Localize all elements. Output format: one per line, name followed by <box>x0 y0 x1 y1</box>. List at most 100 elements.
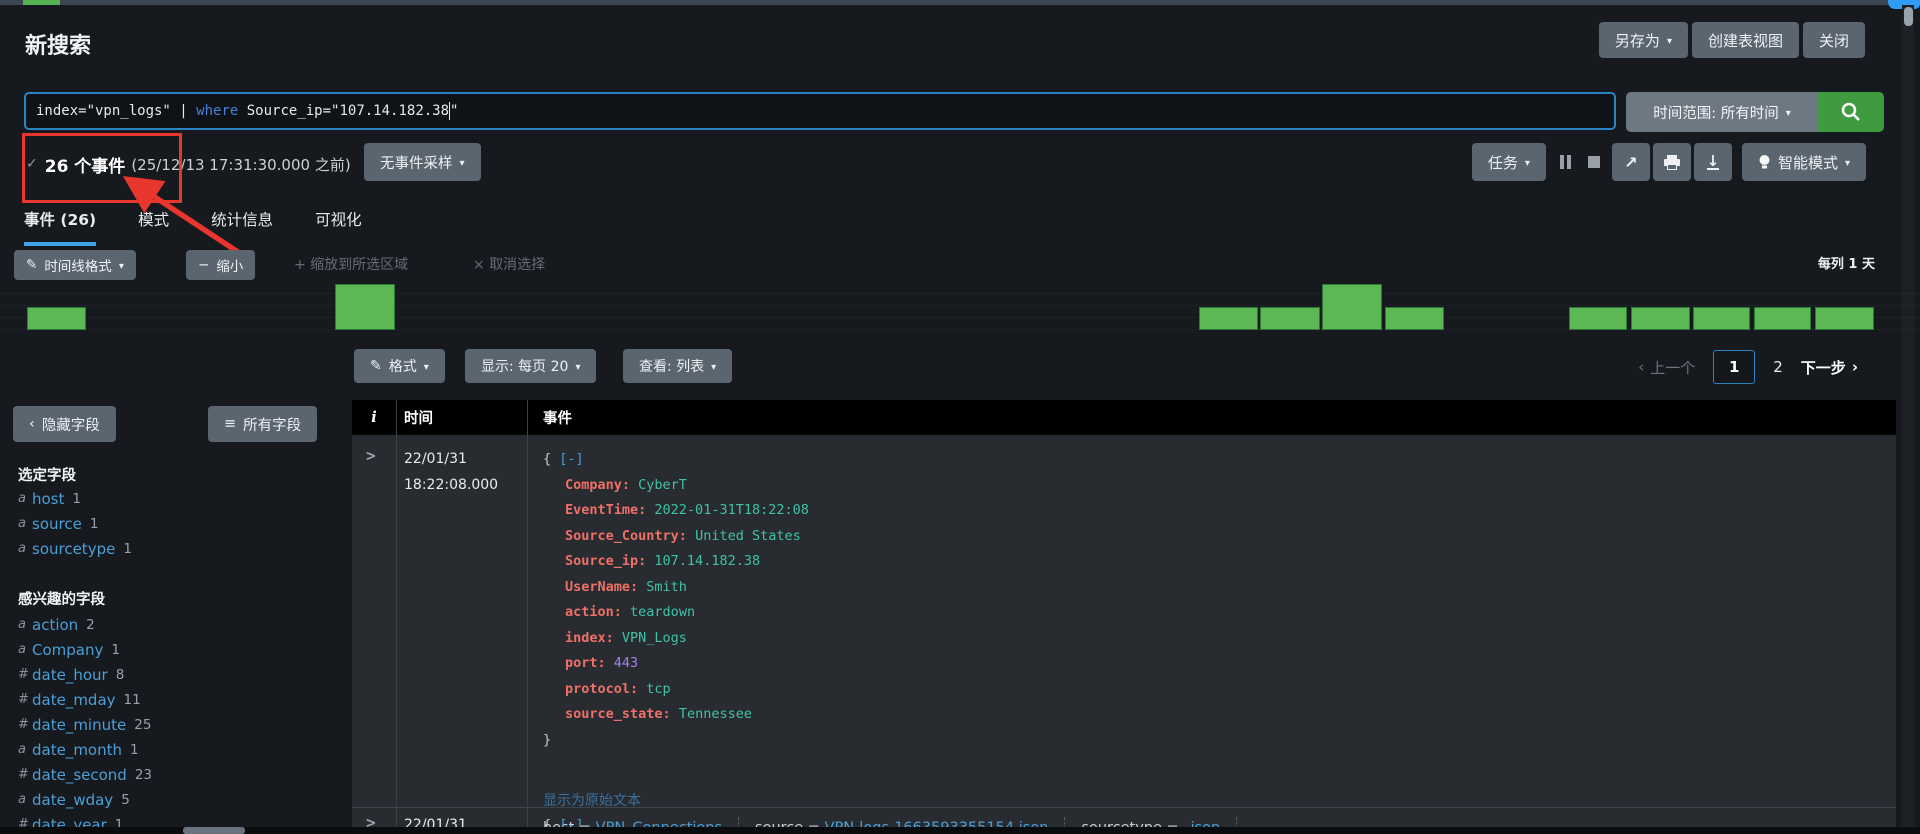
next-page-button[interactable]: 下一步 › <box>1801 357 1858 378</box>
meta-value-link[interactable]: VPN_Connections <box>596 820 722 827</box>
timeline-format-button[interactable]: ✎ 时间线格式 ▾ <box>14 250 136 280</box>
hide-fields-button[interactable]: ‹ 隐藏字段 <box>13 406 116 442</box>
histogram-bar[interactable] <box>1385 307 1444 330</box>
field-item[interactable]: adate_wday5 <box>18 787 318 812</box>
page-2-button[interactable]: 2 <box>1773 358 1783 376</box>
field-item[interactable]: #date_second23 <box>18 762 318 787</box>
histogram-bar[interactable] <box>27 307 86 330</box>
field-name-link[interactable]: date_hour <box>32 666 108 684</box>
histogram-bar[interactable] <box>1631 307 1690 330</box>
job-action-buttons: ↗ ↓ <box>1612 143 1732 181</box>
per-page-button[interactable]: 显示: 每页 20 ▾ <box>465 349 596 383</box>
histogram-bar[interactable] <box>1260 307 1320 330</box>
list-icon: ≡ <box>224 416 236 432</box>
field-name-link[interactable]: host <box>32 490 64 508</box>
row-expander-icon[interactable]: > <box>366 446 376 465</box>
sampling-label: 无事件采样 <box>380 152 453 173</box>
field-item[interactable]: asourcetype1 <box>18 536 318 561</box>
field-name-link[interactable]: date_minute <box>32 716 126 734</box>
pencil-icon: ✎ <box>370 358 382 374</box>
job-menu-button[interactable]: 任务 ▾ <box>1472 143 1546 181</box>
print-button[interactable] <box>1653 143 1691 181</box>
histogram-bar[interactable] <box>1199 307 1258 330</box>
field-name-link[interactable]: date_mday <box>32 691 116 709</box>
json-key: protocol <box>565 681 630 697</box>
vertical-scrollbar-thumb[interactable] <box>1904 7 1913 26</box>
horizontal-scrollbar-track[interactable] <box>0 827 1920 834</box>
field-item[interactable]: asource1 <box>18 511 318 536</box>
vertical-scrollbar-track[interactable] <box>1902 5 1914 827</box>
histogram-bar[interactable] <box>1815 307 1874 330</box>
time-column-header: 时间 <box>396 407 527 428</box>
field-item[interactable]: #date_hour8 <box>18 662 318 687</box>
json-value: United States <box>695 528 801 544</box>
event-sampling-button[interactable]: 无事件采样 ▾ <box>364 143 481 181</box>
search-button[interactable] <box>1818 92 1884 132</box>
event-count-timestamp: (25/12/13 17:31:30.000 之前) <box>131 154 350 175</box>
event-histogram[interactable] <box>0 282 1920 330</box>
export-button[interactable]: ↓ <box>1694 143 1732 181</box>
share-button[interactable]: ↗ <box>1612 143 1650 181</box>
field-name-link[interactable]: date_wday <box>32 791 113 809</box>
field-item[interactable]: aaction2 <box>18 612 318 637</box>
collapse-json-link[interactable]: [-] <box>559 451 583 467</box>
json-key: index <box>565 630 606 646</box>
close-button[interactable]: 关闭 <box>1803 22 1865 58</box>
tab-visualization[interactable]: 可视化 <box>315 208 362 246</box>
field-name-link[interactable]: action <box>32 616 78 634</box>
field-item[interactable]: adate_month1 <box>18 737 318 762</box>
histogram-bar[interactable] <box>1754 307 1811 330</box>
all-fields-button[interactable]: ≡ 所有字段 <box>208 406 317 442</box>
progress-indicator <box>23 0 60 5</box>
column-divider <box>396 400 397 827</box>
view-mode-button[interactable]: 查看: 列表 ▾ <box>623 349 732 383</box>
histogram-bar[interactable] <box>335 284 395 330</box>
meta-label: source = <box>755 820 825 827</box>
zoom-to-selection-button[interactable]: + 缩放到所选区域 <box>294 250 408 280</box>
field-item[interactable]: #date_mday11 <box>18 687 318 712</box>
format-results-button[interactable]: ✎ 格式 ▾ <box>354 349 445 383</box>
field-type-prefix: a <box>18 642 32 657</box>
create-table-view-button[interactable]: 创建表视图 <box>1692 22 1799 58</box>
json-key: source_state <box>565 706 663 722</box>
timeline-format-label: 时间线格式 <box>44 255 112 275</box>
save-as-button[interactable]: 另存为 ▾ <box>1599 22 1688 58</box>
tab-statistics[interactable]: 统计信息 <box>211 208 273 246</box>
horizontal-scrollbar-thumb[interactable] <box>183 827 245 834</box>
search-query-input[interactable]: index="vpn_logs" | where Source_ip="107.… <box>24 92 1616 130</box>
field-name-link[interactable]: date_second <box>32 766 127 784</box>
deselect-button[interactable]: × 取消选择 <box>473 250 545 280</box>
zoom-out-button[interactable]: − 缩小 <box>186 250 255 280</box>
json-colon: : <box>663 706 679 722</box>
meta-item: sourcetype = _json <box>1081 817 1237 827</box>
histogram-bar[interactable] <box>1693 307 1750 330</box>
histogram-bar[interactable] <box>1322 284 1382 330</box>
json-field-line: source_state: Tennessee <box>543 702 809 728</box>
field-name-link[interactable]: Company <box>32 641 103 659</box>
field-item[interactable]: #date_minute25 <box>18 712 318 737</box>
field-name-link[interactable]: date_month <box>32 741 122 759</box>
tab-patterns[interactable]: 模式 <box>138 208 169 246</box>
json-key: action <box>565 604 614 620</box>
field-item[interactable]: aCompany1 <box>18 637 318 662</box>
prev-page-button[interactable]: ‹ 上一个 <box>1638 357 1695 378</box>
field-name-link[interactable]: source <box>32 515 82 533</box>
pause-job-icon[interactable] <box>1556 154 1576 170</box>
smart-mode-button[interactable]: 智能模式 ▾ <box>1742 143 1866 181</box>
row-expander-icon[interactable]: > <box>366 813 376 827</box>
collapse-json-link[interactable]: [-] <box>559 817 583 827</box>
tab-events[interactable]: 事件 (26) <box>24 208 96 246</box>
lightbulb-icon <box>1758 154 1771 170</box>
field-name-link[interactable]: sourcetype <box>32 540 115 558</box>
events-table: i 时间 事件 > 22/01/3118:22:08.000 { [-]Comp… <box>352 400 1896 827</box>
create-table-view-label: 创建表视图 <box>1708 30 1783 51</box>
json-field-line: Source_Country: United States <box>543 524 809 550</box>
histogram-bar[interactable] <box>1569 307 1627 330</box>
field-item[interactable]: ahost1 <box>18 486 318 511</box>
meta-value-link[interactable]: VPN-logs-1663593355154.json <box>825 820 1049 827</box>
meta-value-link[interactable]: _json <box>1183 820 1220 827</box>
time-range-picker[interactable]: 时间范围: 所有时间 ▾ <box>1626 92 1818 132</box>
stop-job-icon[interactable] <box>1586 154 1602 170</box>
page-1-button[interactable]: 1 <box>1713 350 1755 384</box>
page-title: 新搜索 <box>25 28 91 60</box>
